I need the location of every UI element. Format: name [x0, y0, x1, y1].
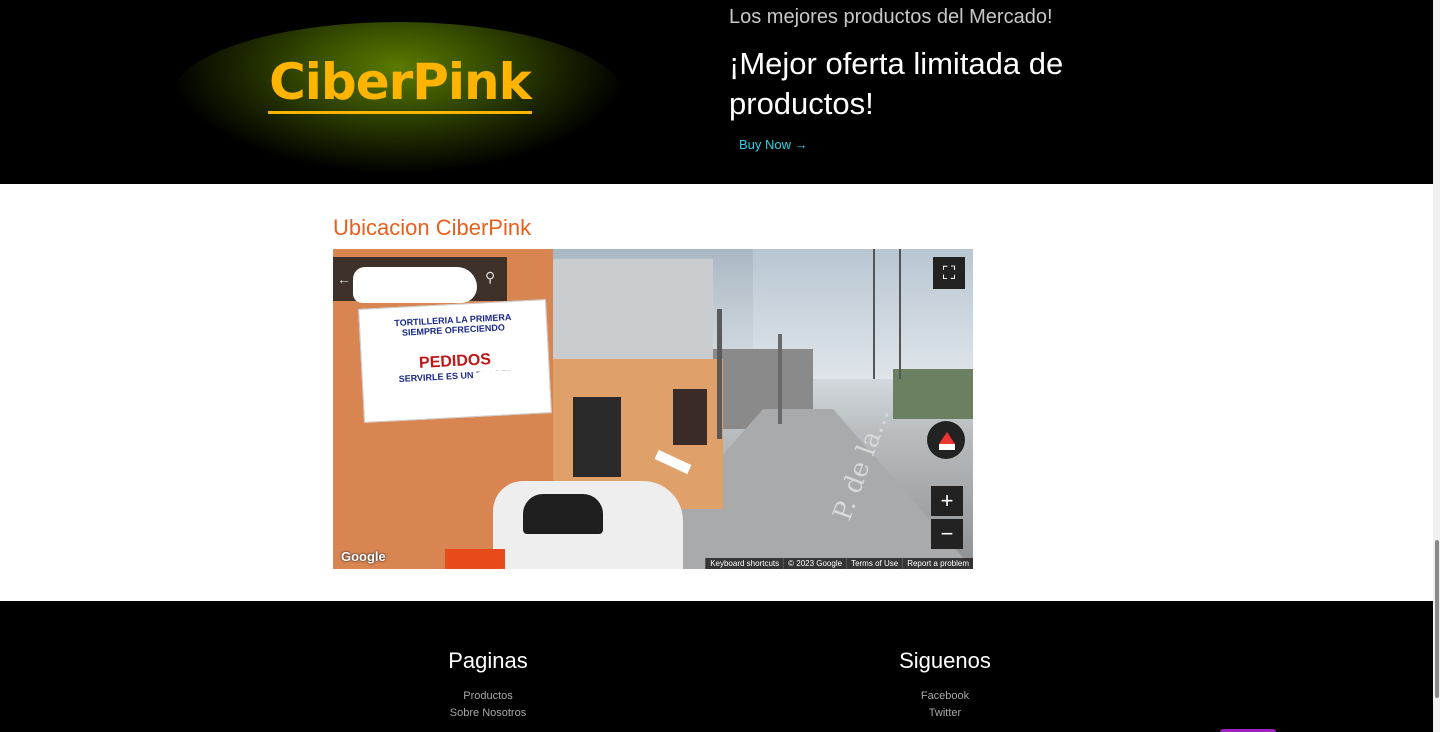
- compass-base-icon: [939, 444, 955, 450]
- report-problem-link[interactable]: Report a problem: [902, 558, 973, 569]
- hero-banner: CiberPink Los mejores productos del Merc…: [0, 0, 1433, 184]
- redacted-blur: [472, 368, 538, 389]
- zoom-out-button[interactable]: −: [931, 519, 963, 549]
- map-truck-window: [523, 494, 603, 534]
- back-arrow-icon[interactable]: ←: [337, 271, 351, 287]
- footer-follow-column: Siguenos Facebook Twitter: [845, 601, 1045, 722]
- map-utility-pole: [778, 334, 782, 424]
- map-attribution: Keyboard shortcuts © 2023 Google Terms o…: [705, 558, 973, 569]
- compass-needle-icon: [939, 432, 955, 444]
- site-footer: Paginas Productos Sobre Nosotros Sigueno…: [0, 601, 1433, 732]
- hero-title: ¡Mejor oferta limitada de productos!: [729, 46, 1064, 121]
- street-view-map[interactable]: TORTILLERIA LA PRIMERA SIEMPRE OFRECIEND…: [333, 249, 973, 569]
- map-crate: [445, 549, 505, 569]
- location-pin-icon[interactable]: ⚲: [485, 269, 495, 286]
- footer-follow-title: Siguenos: [899, 648, 991, 673]
- footer-pages-title: Paginas: [448, 648, 528, 673]
- address-card[interactable]: ← ⚲: [333, 257, 507, 303]
- buy-now-link[interactable]: Buy Now →: [739, 137, 808, 152]
- footer-link-facebook[interactable]: Facebook: [845, 688, 1045, 705]
- map-shop-sign: TORTILLERIA LA PRIMERA SIEMPRE OFRECIEND…: [358, 299, 552, 423]
- footer-link-sobre-nosotros[interactable]: Sobre Nosotros: [388, 705, 588, 722]
- location-title: Ubicacion CiberPink: [333, 215, 532, 240]
- keyboard-shortcuts-link[interactable]: Keyboard shortcuts: [705, 558, 784, 569]
- copyright-text: © 2023 Google: [783, 558, 847, 569]
- map-door: [573, 397, 621, 477]
- footer-link-productos[interactable]: Productos: [388, 688, 588, 705]
- terms-of-use-link[interactable]: Terms of Use: [846, 558, 903, 569]
- map-green-wall: [893, 369, 973, 419]
- fullscreen-button[interactable]: ⛶: [933, 257, 965, 289]
- site-logo[interactable]: CiberPink: [268, 50, 532, 114]
- hero-tagline: Los mejores productos del Mercado!: [729, 6, 1053, 28]
- zoom-in-button[interactable]: +: [931, 486, 963, 516]
- footer-link-twitter[interactable]: Twitter: [845, 705, 1045, 722]
- map-power-tower: [873, 249, 901, 379]
- redacted-address: [353, 267, 477, 303]
- scrollbar-thumb[interactable]: [1435, 540, 1439, 698]
- map-utility-pole: [717, 309, 722, 439]
- footer-pages-column: Paginas Productos Sobre Nosotros: [388, 601, 588, 722]
- map-window: [673, 389, 707, 445]
- google-logo[interactable]: Google: [341, 549, 386, 564]
